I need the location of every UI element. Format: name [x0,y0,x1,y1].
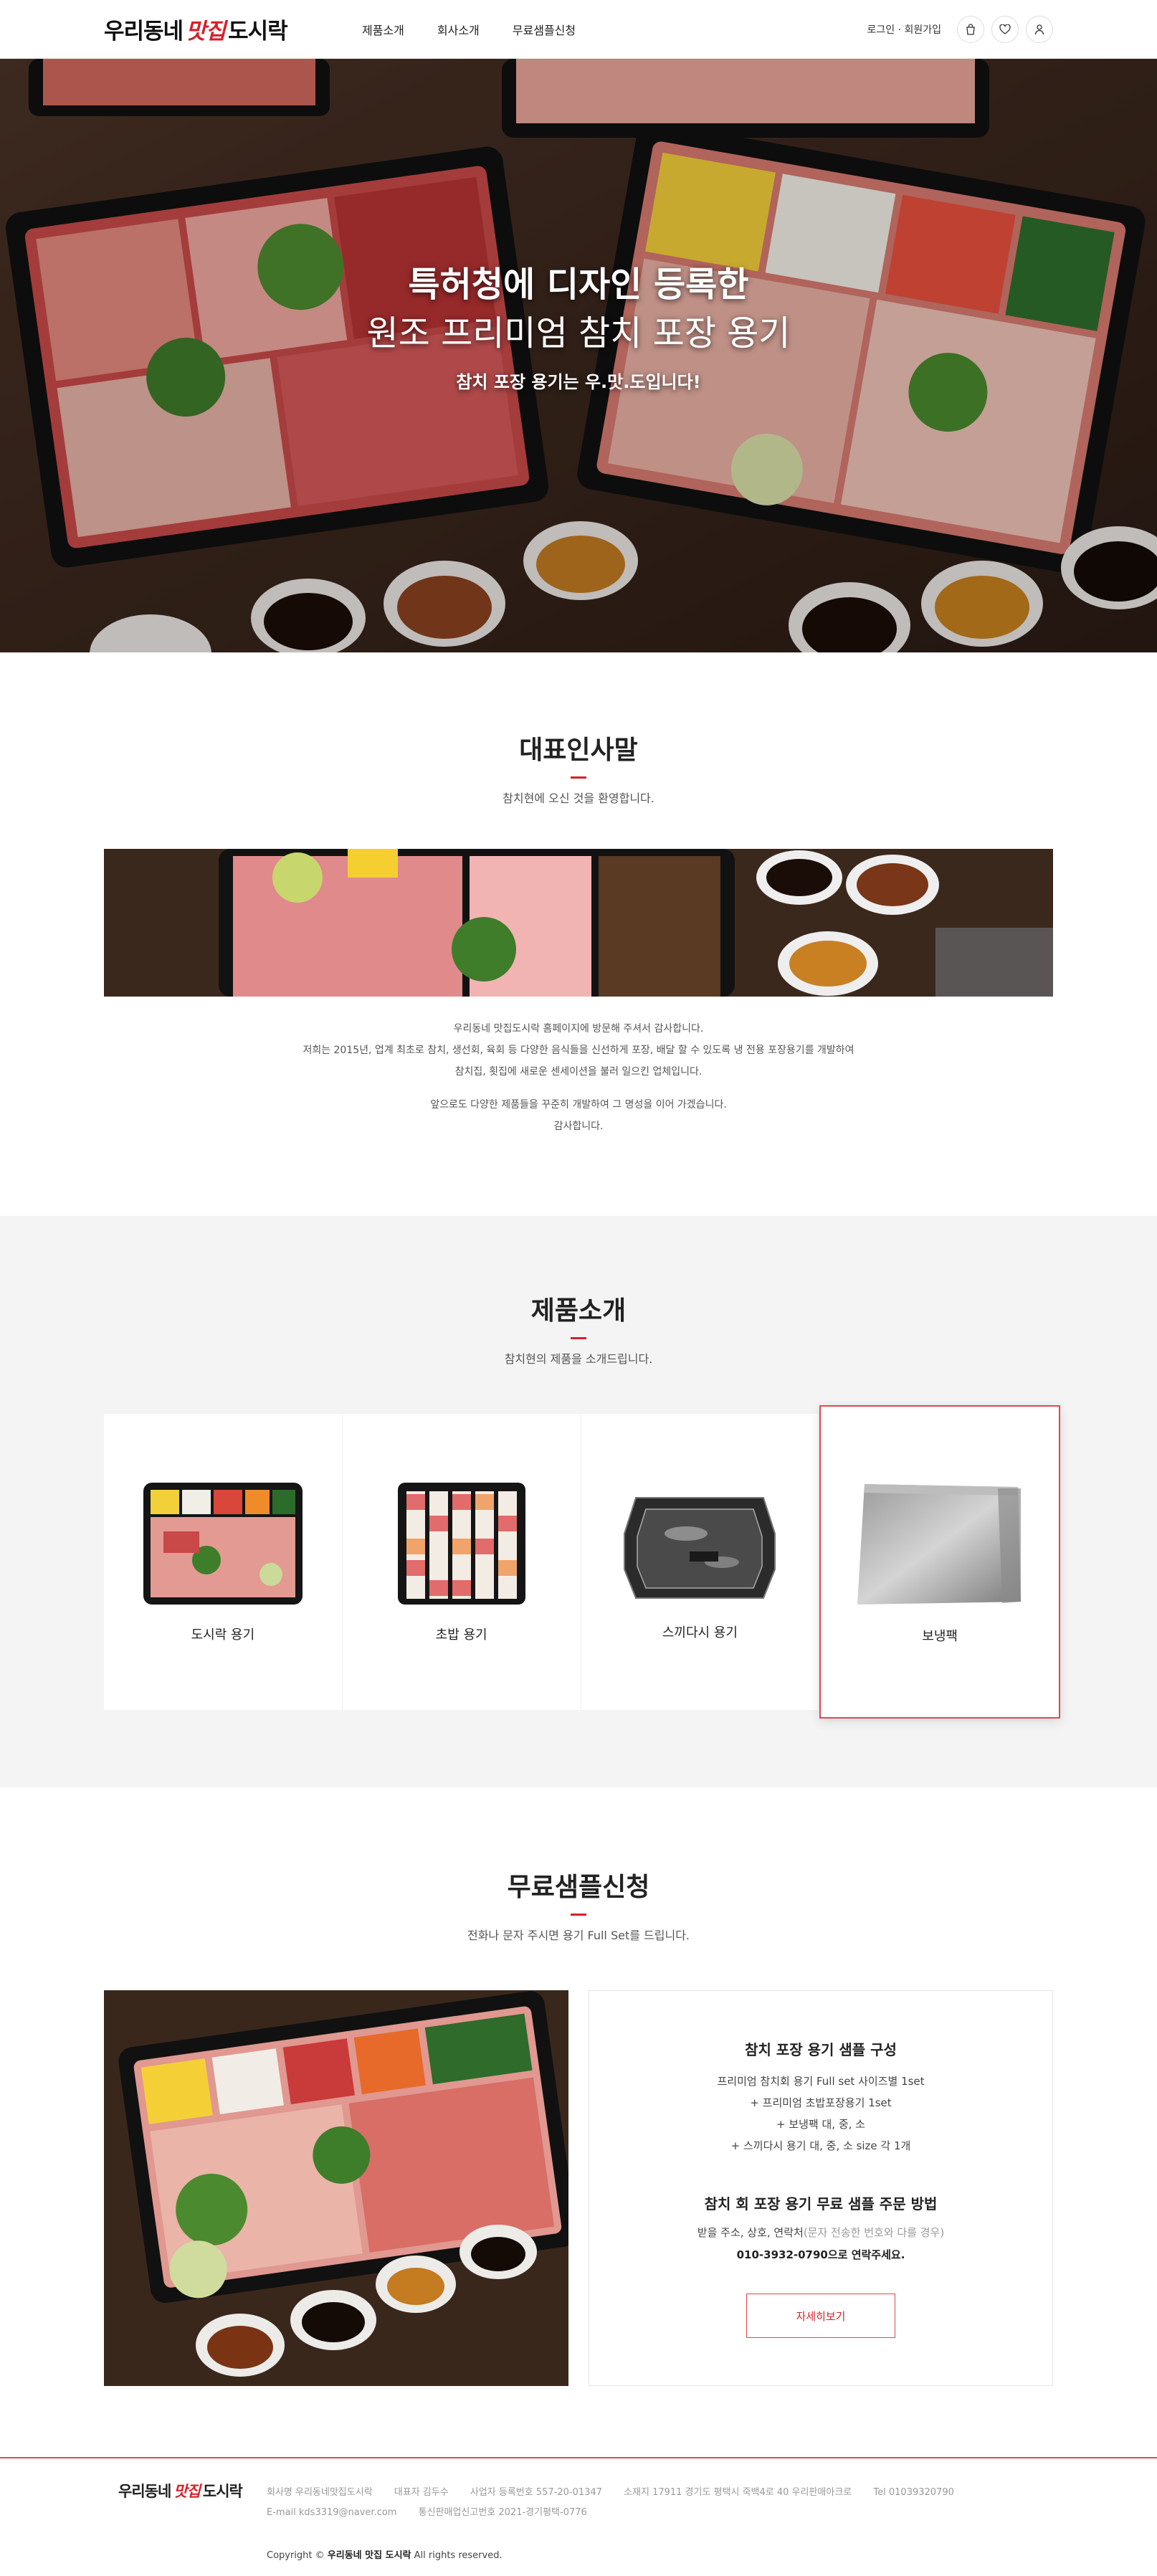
nav-item-company[interactable]: 회사소개 [437,21,480,38]
section-title: 무료샘플신청 [507,1873,650,1902]
sample-food-photo [104,1990,568,2386]
user-icon[interactable] [1026,15,1053,43]
greeting-message: 우리동네 맛집도시락 홈페이지에 방문해 주셔서 감사합니다. 저희는 2015… [303,1023,854,1132]
sample-composition-title: 참치 포장 용기 샘플 구성 [745,2041,897,2058]
company-info: 회사명 우리동네맛집도시락 대표자 김두수 사업자 등록번호 557-20-01… [267,2487,954,2518]
sample-order-instruction: 받을 주소, 상호, 연락처(문자 전송한 번호와 다를 경우) [697,2226,945,2239]
sushi-container-image [397,1482,525,1605]
greeting-photo [104,849,1053,997]
section-subtitle: 전화나 문자 주시면 용기 Full Set를 드립니다. [467,1929,690,1942]
ice-pack-image [857,1483,1022,1605]
bag-icon[interactable] [957,15,984,43]
hero-subtitle: 참치 포장 용기는 우.맛.도입니다! [456,371,701,392]
main-nav: 제품소개 회사소개 무료샘플신청 [362,21,576,38]
footer-logo[interactable]: 우리동네 맛집 도시락 [118,2480,243,2501]
hero-headline-1: 특허청에 디자인 등록한 [408,265,749,305]
title-underline [571,776,586,779]
view-details-button[interactable]: 자세히보기 [746,2294,895,2338]
side-dish-container-image [624,1496,776,1599]
copyright: Copyright © 우리동네 맛집 도시락 All rights reser… [267,2550,503,2561]
sample-order-title: 참치 회 포장 용기 무료 샘플 주문 방법 [704,2195,938,2213]
lunchbox-container-image [143,1482,303,1605]
site-header: 우리동네 맛집 도시락 제품소개 회사소개 무료샘플신청 로그인 · 회원가입 [0,0,1157,59]
site-logo[interactable]: 우리동네 맛집 도시락 [104,13,362,45]
products-section: 제품소개 참치현의 제품을 소개드립니다. 도시락 용기 초밥 용기 스끼다시 … [0,1216,1157,1787]
sample-phone: 010-3932-0790으로 연락주세요. [736,2248,905,2261]
header-utilities: 로그인 · 회원가입 [867,15,1053,43]
title-underline [571,1914,586,1916]
section-subtitle: 참치현에 오신 것을 환영합니다. [503,792,654,805]
site-footer: 우리동네 맛집 도시락 회사명 우리동네맛집도시락 대표자 김두수 사업자 등록… [0,2457,1157,2576]
product-card-ice-pack[interactable]: 보냉팩 [819,1405,1060,1719]
product-card-lunchbox[interactable]: 도시락 용기 [104,1414,343,1710]
section-subtitle: 참치현의 제품을 소개드립니다. [504,1352,653,1366]
sample-composition-list: 프리미엄 참치회 용기 Full set 사이즈별 1set + 프리미엄 초밥… [717,2075,925,2152]
greeting-section: 대표인사말 참치현에 오신 것을 환영합니다. 우리동네 맛집도시락 홈페이지에… [0,652,1157,1216]
product-card-sushi[interactable]: 초밥 용기 [343,1414,581,1710]
login-signup-link[interactable]: 로그인 · 회원가입 [867,22,941,37]
nav-item-free-sample[interactable]: 무료샘플신청 [513,21,576,38]
sample-content: 참치 포장 용기 샘플 구성 프리미엄 참치회 용기 Full set 사이즈별… [104,1990,1053,2386]
sample-info-box: 참치 포장 용기 샘플 구성 프리미엄 참치회 용기 Full set 사이즈별… [589,1990,1053,2386]
section-title: 제품소개 [530,1296,627,1326]
hero-banner: 특허청에 디자인 등록한 원조 프리미엄 참치 포장 용기 참치 포장 용기는 … [0,59,1157,652]
nav-item-products[interactable]: 제품소개 [362,21,404,38]
free-sample-section: 무료샘플신청 전화나 문자 주시면 용기 Full Set를 드립니다. 참치 … [0,1787,1157,2457]
title-underline [571,1337,586,1339]
hero-headline-2: 원조 프리미엄 참치 포장 용기 [366,313,791,353]
product-grid: 도시락 용기 초밥 용기 스끼다시 용기 보냉팩 [104,1405,1060,1719]
section-title: 대표인사말 [519,736,638,765]
heart-icon[interactable] [991,15,1019,43]
product-card-side-dish[interactable]: 스끼다시 용기 [581,1414,820,1710]
hero-text: 특허청에 디자인 등록한 원조 프리미엄 참치 포장 용기 참치 포장 용기는 … [0,59,1157,624]
